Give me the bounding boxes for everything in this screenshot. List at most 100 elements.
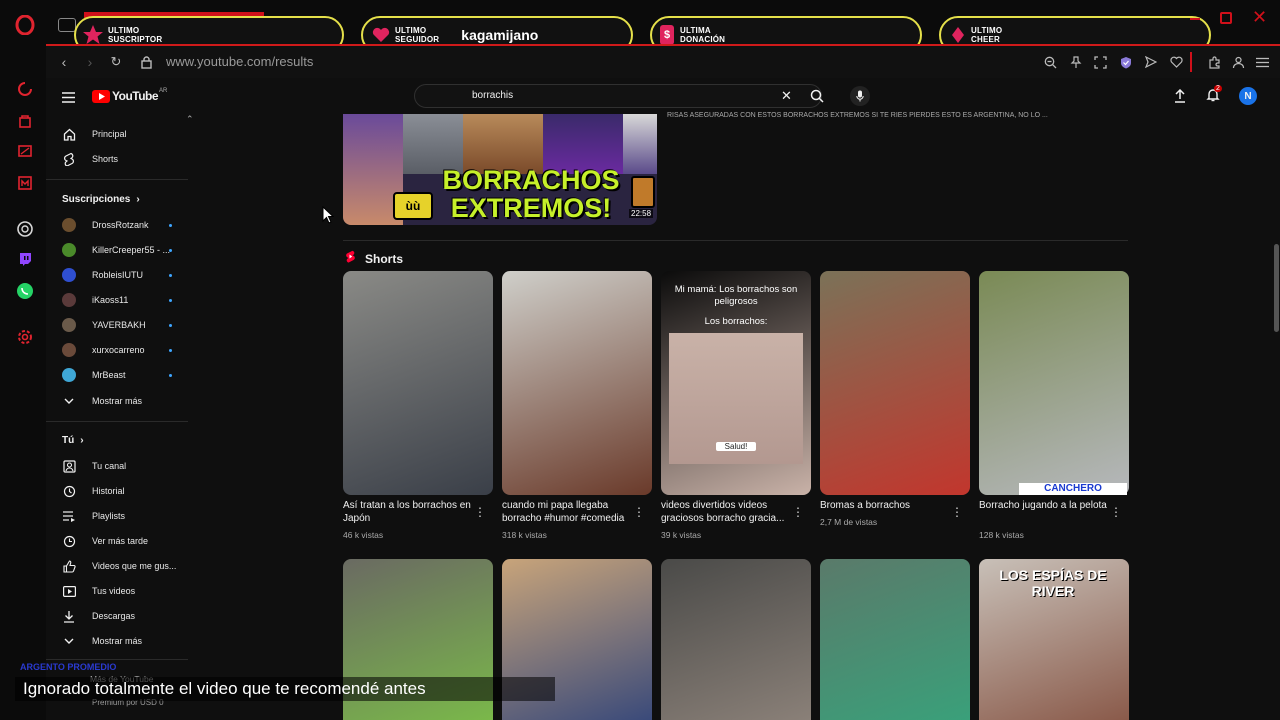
notifications-bell-icon[interactable]: 2 [1206, 85, 1222, 104]
subscriptions-header[interactable]: Suscripciones › [62, 194, 140, 205]
chevron-down-icon [62, 394, 76, 408]
short-title[interactable]: Borracho jugando a la pelota [979, 499, 1109, 512]
more-options-icon[interactable]: ⋮ [474, 505, 486, 519]
more-options-icon[interactable]: ⋮ [1110, 505, 1122, 519]
short-view-count: 128 k vistas [979, 530, 1024, 540]
sidebar-item-label: Videos que me gus... [92, 561, 177, 571]
show-more-you[interactable]: Mostrar más [46, 629, 188, 653]
short-title[interactable]: cuando mi papa llegaba borracho #humor #… [502, 499, 632, 525]
gamepad-icon[interactable] [58, 18, 76, 32]
address-bar[interactable]: www.youtube.com/results [166, 54, 313, 69]
search-icon[interactable] [810, 89, 824, 108]
channel-avatar [62, 293, 76, 307]
subscription-item[interactable]: RobleisIUTU [46, 263, 188, 287]
more-options-icon[interactable]: ⋮ [792, 505, 804, 519]
subscription-item[interactable]: MrBeast [46, 363, 188, 387]
sidebar-item-clock[interactable]: Ver más tarde [46, 529, 188, 553]
sidebar-item-your-videos[interactable]: Tus videos [46, 579, 188, 603]
sidebar-item-download[interactable]: Descargas [46, 604, 188, 628]
reload-icon[interactable]: ↻ [108, 54, 124, 70]
subscription-item[interactable]: YAVERBAKH [46, 313, 188, 337]
gem-icon [951, 25, 965, 45]
whatsapp-icon[interactable] [14, 280, 36, 302]
sidebar-item-label: Descargas [92, 611, 136, 621]
youtube-logo[interactable]: YouTube AR [92, 88, 168, 103]
bag-icon[interactable] [14, 110, 36, 132]
notification-badge: 2 [1214, 85, 1222, 92]
sidebar-item-label: Shorts [92, 154, 119, 164]
minimize-icon[interactable] [1190, 18, 1200, 20]
short-thumbnail[interactable] [820, 559, 970, 720]
sidebar-item-history[interactable]: Historial [46, 479, 188, 503]
account-avatar[interactable]: N [1239, 87, 1257, 105]
pin-icon[interactable] [1068, 54, 1084, 70]
short-title[interactable]: Así tratan a los borrachos en Japón [343, 499, 473, 525]
chatgpt-icon[interactable] [14, 218, 36, 240]
short-thumbnail[interactable] [343, 271, 493, 495]
short-thumbnail[interactable] [661, 559, 811, 720]
upload-icon[interactable] [1174, 88, 1188, 103]
sidebar-item-playlists[interactable]: Playlists [46, 504, 188, 528]
page-scrollbar-thumb[interactable] [1274, 244, 1279, 332]
maximize-icon[interactable] [1220, 12, 1232, 24]
sidebar-item-label: Mostrar más [92, 396, 143, 406]
short-title[interactable]: videos divertidos videos graciosos borra… [661, 499, 791, 525]
zoom-icon[interactable] [1042, 54, 1058, 70]
playlists-icon [62, 509, 76, 523]
guide-sidebar: ⌃ Principal Shorts Suscripciones › Mostr… [46, 114, 194, 720]
short-thumbnail[interactable] [820, 271, 970, 495]
video-duration: 22:58 [629, 209, 654, 218]
subscription-item[interactable]: DrossRotzank [46, 213, 188, 237]
sidebar-item-principal[interactable]: Principal [46, 122, 188, 146]
chevron-right-icon: › [80, 435, 84, 446]
voice-search-mic-icon[interactable] [850, 86, 870, 106]
more-options-icon[interactable]: ⋮ [951, 505, 963, 519]
send-icon[interactable] [1143, 54, 1159, 70]
show-more-subscriptions[interactable]: Mostrar más [46, 389, 188, 413]
twitch-icon[interactable] [14, 248, 36, 270]
channel-name: MrBeast [92, 370, 126, 380]
settings-gear-icon[interactable] [14, 326, 36, 348]
short-title[interactable]: Bromas a borrachos [820, 499, 950, 512]
new-content-dot [169, 248, 172, 252]
subscription-item[interactable]: iKaoss11 [46, 288, 188, 312]
short-thumbnail[interactable] [979, 271, 1129, 495]
sidebar-divider [46, 421, 188, 422]
snapshot-icon[interactable] [1092, 54, 1108, 70]
youtube-play-icon [92, 89, 110, 103]
hamburger-menu-icon[interactable] [62, 90, 75, 103]
region-code: AR [159, 88, 168, 94]
extensions-puzzle-icon[interactable] [1206, 54, 1222, 70]
you-section-header[interactable]: Tú › [62, 435, 84, 446]
toolbar-divider [1190, 52, 1192, 72]
subscription-item[interactable]: xurxocarreno [46, 338, 188, 362]
video-description-snippet: RISAS ASEGURADAS CON ESTOS BORRACHOS EXT… [667, 112, 1048, 119]
profile-icon[interactable] [1230, 54, 1246, 70]
mail-m-icon[interactable] [14, 172, 36, 194]
forward-icon[interactable]: › [82, 54, 98, 70]
top-video-thumbnail[interactable]: BORRACHOS EXTREMOS! ùù 22:58 [343, 114, 657, 225]
favorite-heart-icon[interactable] [1168, 54, 1184, 70]
sidebar-item-shorts[interactable]: Shorts [46, 147, 188, 171]
shield-check-icon[interactable] [1118, 54, 1134, 70]
opera-logo-icon[interactable] [14, 14, 36, 36]
short-view-count: 39 k vistas [661, 530, 702, 540]
close-window-icon[interactable]: ✕ [1252, 8, 1267, 26]
you-title: Tú [62, 435, 75, 446]
subscription-item[interactable]: KillerCreeper55 - ... [46, 238, 188, 262]
back-icon[interactable]: ‹ [56, 54, 72, 70]
short-3-overlay: Mi mamá: Los borrachos son peligrosos Lo… [661, 272, 811, 495]
search-box: borrachis ✕ [414, 84, 824, 108]
more-options-icon[interactable]: ⋮ [633, 505, 645, 519]
channel-icon [62, 459, 76, 473]
drunk-emoji-icon: ùù [393, 192, 433, 220]
short-thumbnail[interactable] [502, 271, 652, 495]
sidebar-item-thumbs-up[interactable]: Videos que me gus... [46, 554, 188, 578]
sidebar-item-channel[interactable]: Tu canal [46, 454, 188, 478]
pinboard-icon[interactable] [14, 140, 36, 162]
search-input[interactable]: borrachis [472, 90, 513, 101]
clear-search-icon[interactable]: ✕ [781, 89, 792, 103]
easy-setup-menu-icon[interactable] [1254, 54, 1270, 70]
aria-icon[interactable] [14, 78, 36, 100]
channel-avatar [62, 318, 76, 332]
